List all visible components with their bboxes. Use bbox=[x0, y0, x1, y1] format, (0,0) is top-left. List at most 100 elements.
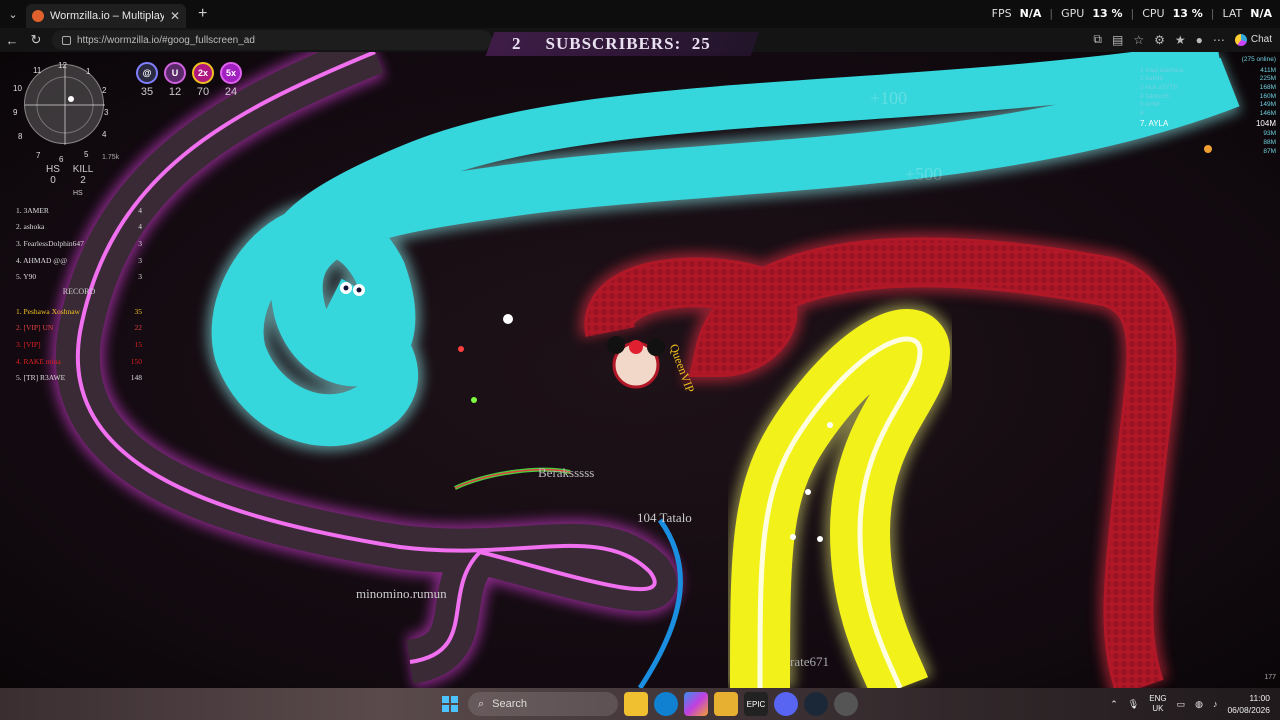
lang-bottom: UK bbox=[1152, 704, 1164, 713]
leaderboard-row: 5 AHM 149M bbox=[1140, 100, 1276, 109]
minimap-number: 2 bbox=[102, 86, 107, 95]
kill-value: 2 bbox=[80, 175, 86, 186]
obs-icon[interactable] bbox=[834, 692, 858, 716]
taskbar-search[interactable]: ⌕ Search bbox=[468, 692, 618, 716]
profile-icon[interactable]: ● bbox=[1196, 33, 1203, 47]
row-score: 4 bbox=[138, 222, 142, 232]
discord-icon[interactable] bbox=[774, 692, 798, 716]
extensions-icon[interactable]: ⚙ bbox=[1154, 33, 1165, 47]
cpu-label: CPU bbox=[1142, 7, 1165, 20]
row-score: 148 bbox=[130, 373, 142, 383]
url-field[interactable]: https://wormzilla.io/#goog_fullscreen_ad bbox=[52, 30, 492, 50]
reload-icon[interactable]: ↻ bbox=[24, 32, 48, 48]
network-icon[interactable]: ◍ bbox=[1195, 699, 1203, 710]
lang-top: ENG bbox=[1149, 694, 1167, 703]
leaderboard-row: 6 146M bbox=[1140, 109, 1276, 118]
row-score: 4 bbox=[138, 205, 142, 215]
steam-icon[interactable] bbox=[804, 692, 828, 716]
volume-icon[interactable]: ♪ bbox=[1213, 699, 1218, 709]
close-tab-icon[interactable]: ✕ bbox=[170, 9, 180, 23]
tab-title: Wormzilla.io – Multiplayer Snake G bbox=[50, 10, 164, 22]
edge-icon[interactable] bbox=[654, 692, 678, 716]
subscribers-count: 25 bbox=[691, 34, 711, 53]
url-text: https://wormzilla.io/#goog_fullscreen_ad bbox=[77, 34, 255, 46]
game-canvas[interactable]: +100 +500 QueenVIP Beraksssss 104 Tatalo… bbox=[0, 52, 1280, 688]
row-score: 3 bbox=[138, 238, 142, 248]
row-score: 225M bbox=[1259, 75, 1276, 83]
queen-avatar-ear-left bbox=[607, 336, 625, 354]
wormzilla-favicon-icon bbox=[32, 10, 44, 22]
boost-5x: 5x 24 bbox=[220, 62, 242, 98]
system-tray: ⌃ 🎙 ENG UK ▭ ◍ ♪ 11:00 06/08/2026 bbox=[1110, 692, 1270, 716]
row-name: 1. 3AMER bbox=[16, 205, 49, 215]
leaderboard-row: 88M bbox=[1140, 138, 1276, 147]
row-score: 149M bbox=[1259, 101, 1276, 109]
leaderboard-row: 3. FearlessDolphin647 3 bbox=[16, 235, 142, 252]
food-pellet bbox=[817, 536, 823, 542]
minimap-number: 4 bbox=[102, 130, 107, 139]
cyan-snake-pupil-right bbox=[356, 287, 362, 293]
kill-label: KILL bbox=[72, 164, 94, 175]
favorite-icon[interactable]: ☆ bbox=[1133, 33, 1144, 47]
boost-spiral: @ 35 bbox=[136, 62, 158, 98]
leaderboard-row-self: 7. AYLA 104M bbox=[1140, 118, 1276, 130]
food-pellet bbox=[790, 534, 796, 540]
cyan-snake-pupil-left bbox=[343, 285, 349, 291]
site-info-icon[interactable] bbox=[62, 35, 71, 45]
file-explorer-icon[interactable] bbox=[624, 692, 648, 716]
record-label: RECORD bbox=[62, 287, 96, 296]
show-hidden-icons-icon[interactable]: ⌃ bbox=[1110, 699, 1118, 710]
display-icon[interactable]: ▭ bbox=[1177, 699, 1186, 710]
leaderboard-row: 93M bbox=[1140, 130, 1276, 139]
online-count: (275 online) bbox=[1241, 56, 1276, 63]
row-name: 3. FearlessDolphin647 bbox=[16, 238, 84, 248]
row-score: 3 bbox=[138, 255, 142, 265]
banner-left-value: 2 bbox=[512, 34, 522, 53]
row-name: 4. RAKE mina bbox=[16, 356, 61, 366]
row-name: 4. AHMAD @@ bbox=[16, 255, 68, 265]
language-indicator[interactable]: ENG UK bbox=[1149, 694, 1166, 714]
minimap-scale: 1.75k bbox=[102, 154, 120, 161]
player-name-bera: Beraksssss bbox=[538, 465, 595, 480]
spiral-icon: @ bbox=[136, 62, 158, 84]
clock[interactable]: 11:00 06/08/2026 bbox=[1227, 692, 1270, 716]
start-icon[interactable] bbox=[438, 692, 462, 716]
copilot-app-icon[interactable] bbox=[684, 692, 708, 716]
leaderboard-row: 4. AHMAD @@ 3 bbox=[16, 252, 142, 269]
food-pellet bbox=[458, 346, 464, 352]
microphone-icon[interactable]: 🎙 bbox=[1128, 699, 1139, 710]
browser-toolbar: ⧉ ▤ ☆ ⚙ ★ ● ⋯ Chat bbox=[1093, 32, 1272, 47]
leaderboard-row: 4 faktreo5 160M bbox=[1140, 92, 1276, 101]
favorites-icon[interactable]: ★ bbox=[1175, 33, 1186, 47]
queen-avatar-bow bbox=[629, 340, 643, 354]
leaderboard-row: 1 Iraqi dakhara 411M bbox=[1140, 66, 1276, 75]
hs-board-tag: HS bbox=[73, 190, 83, 197]
2x-icon: 2x bbox=[192, 62, 214, 84]
row-score: 87M bbox=[1263, 147, 1276, 155]
screenshot-icon[interactable]: ⧉ bbox=[1093, 32, 1102, 47]
game-scene bbox=[50, 52, 1242, 688]
row-name: 3 kick.x5YTb bbox=[1140, 83, 1178, 91]
taskbar-apps: ⌕ Search EPIC bbox=[438, 692, 858, 716]
magnet-icon: U bbox=[164, 62, 186, 84]
leaderboard-row: 2. ashoka 4 bbox=[16, 219, 142, 236]
5x-icon: 5x bbox=[220, 62, 242, 84]
headshot-leaderboard: 1. 3AMER 4 2. ashoka 4 3. FearlessDolphin6… bbox=[16, 202, 142, 285]
copilot-chat-button[interactable]: Chat bbox=[1234, 33, 1272, 46]
boost-value: 24 bbox=[224, 86, 238, 98]
banner-text: SUBSCRIBERS: 25 bbox=[546, 34, 711, 54]
reader-icon[interactable]: ▤ bbox=[1112, 33, 1123, 47]
minimap-number: 7 bbox=[36, 151, 41, 160]
minimap-number: 12 bbox=[58, 61, 67, 70]
row-name: 2. [VIP] UN bbox=[16, 323, 54, 333]
back-icon[interactable]: ← bbox=[0, 33, 24, 48]
more-icon[interactable]: ⋯ bbox=[1213, 33, 1225, 47]
tab-list-icon[interactable]: ⌄ bbox=[0, 0, 26, 28]
leaderboard-row: 5. [TR] R3AWE 148 bbox=[16, 369, 142, 386]
new-tab-icon[interactable]: + bbox=[198, 5, 207, 23]
fps-value: N/A bbox=[1019, 7, 1042, 20]
browser-tab[interactable]: Wormzilla.io – Multiplayer Snake G ✕ bbox=[26, 4, 186, 28]
epic-games-icon[interactable]: EPIC bbox=[744, 692, 768, 716]
folder-icon[interactable] bbox=[714, 692, 738, 716]
cpu-value: 13 % bbox=[1172, 7, 1203, 20]
